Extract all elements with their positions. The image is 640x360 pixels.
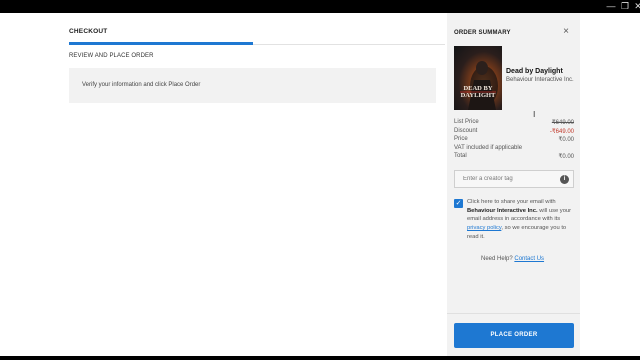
creator-tag-field[interactable]: i bbox=[454, 170, 574, 188]
page-background-right bbox=[580, 13, 640, 356]
review-heading: REVIEW AND PLACE ORDER bbox=[69, 53, 154, 59]
list-price-row: List Price ₹649.00 bbox=[454, 119, 574, 128]
total-row: Total ₹0.00 bbox=[454, 153, 574, 162]
maximize-icon[interactable]: ❐ bbox=[619, 1, 631, 12]
total-label: Total bbox=[454, 153, 467, 159]
price-row: Price ₹0.00 bbox=[454, 136, 574, 145]
total-value: ₹0.00 bbox=[558, 154, 575, 160]
tab-checkout[interactable]: CHECKOUT bbox=[69, 28, 107, 35]
consent-company: Behaviour Interactive Inc. bbox=[467, 207, 538, 214]
consent-text-1: Click here to share your email with bbox=[467, 199, 556, 205]
place-order-button[interactable]: PLACE ORDER bbox=[454, 323, 574, 348]
price-label: Price bbox=[454, 136, 468, 142]
text-cursor-icon: I bbox=[533, 110, 536, 119]
game-cover-image: DEAD BY DAYLIGHT bbox=[454, 46, 502, 110]
summary-divider bbox=[447, 313, 580, 314]
contact-us-link[interactable]: Contact Us bbox=[514, 256, 544, 262]
cover-title-line-2: DAYLIGHT bbox=[461, 92, 496, 99]
help-line: Need Help? Contact Us bbox=[481, 256, 544, 262]
minimize-icon[interactable]: — bbox=[605, 1, 617, 12]
summary-title: ORDER SUMMARY bbox=[454, 30, 511, 36]
discount-value: -₹649.00 bbox=[549, 129, 574, 135]
game-publisher: Behaviour Interactive Inc. bbox=[506, 77, 574, 83]
checkout-main: CHECKOUT REVIEW AND PLACE ORDER Verify y… bbox=[0, 13, 447, 356]
close-icon[interactable]: ✕ bbox=[632, 1, 640, 12]
discount-label: Discount bbox=[454, 128, 478, 134]
privacy-policy-link[interactable]: privacy policy bbox=[467, 225, 501, 231]
list-price-label: List Price bbox=[454, 119, 479, 125]
verify-panel: Verify your information and click Place … bbox=[69, 68, 436, 103]
window-titlebar: — ❐ ✕ bbox=[0, 0, 640, 13]
share-email-checkbox[interactable]: ✓ bbox=[454, 199, 463, 208]
verify-text: Verify your information and click Place … bbox=[82, 82, 201, 88]
list-price-value: ₹649.00 bbox=[551, 120, 574, 126]
game-title: Dead by Daylight bbox=[506, 68, 563, 75]
cover-title-line-1: DEAD BY bbox=[463, 85, 492, 92]
bottom-edge bbox=[0, 356, 640, 360]
creator-tag-input[interactable] bbox=[463, 174, 555, 184]
checkout-progress-bar bbox=[69, 42, 254, 45]
order-summary-panel: ORDER SUMMARY × DEAD BY DAYLIGHT Dead by… bbox=[447, 13, 580, 356]
share-email-consent-text: Click here to share your email with Beha… bbox=[467, 198, 575, 242]
price-value: ₹0.00 bbox=[558, 137, 575, 143]
info-icon[interactable]: i bbox=[560, 175, 569, 184]
help-text: Need Help? bbox=[481, 256, 513, 262]
vat-note: VAT included if applicable bbox=[454, 145, 523, 151]
close-summary-button[interactable]: × bbox=[560, 26, 572, 38]
